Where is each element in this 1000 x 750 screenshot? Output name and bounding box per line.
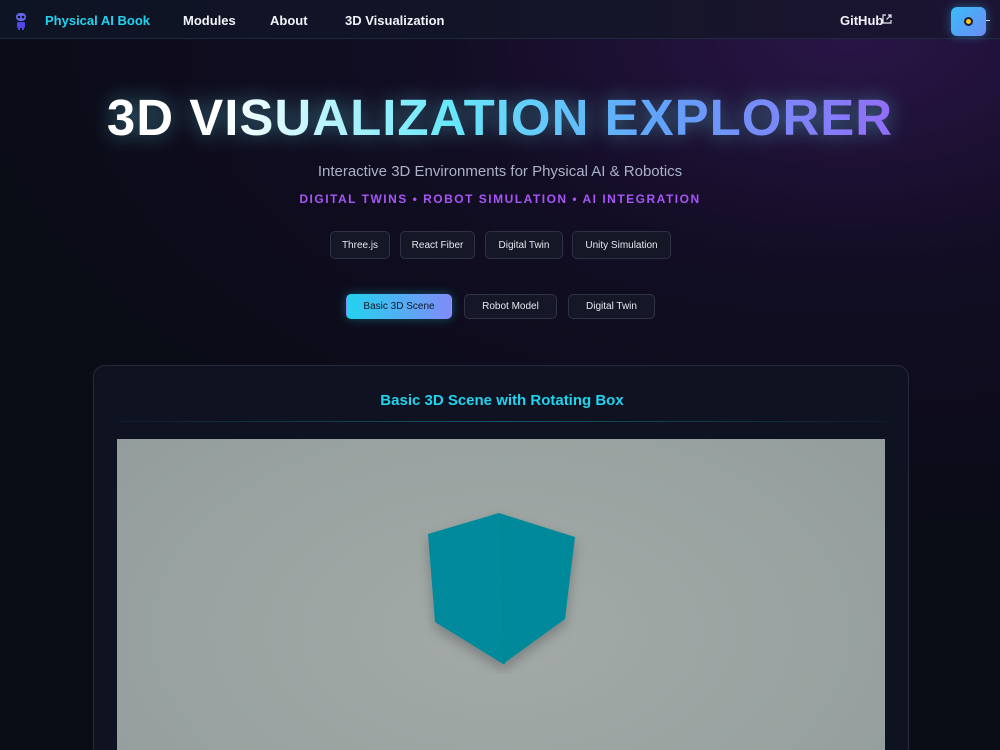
nav-link-github[interactable]: GitHub — [840, 13, 883, 28]
nav-link-about[interactable]: About — [270, 13, 308, 28]
rotating-box — [428, 513, 575, 664]
page-subtitle: Interactive 3D Environments for Physical… — [317, 163, 683, 180]
top-navbar: Physical AI Book Modules About 3D Visual… — [0, 0, 1000, 39]
theme-toggle-button[interactable] — [951, 7, 986, 36]
badge-react-fiber: React Fiber — [400, 231, 475, 259]
cube-face-right — [499, 513, 575, 664]
tab-basic-3d-scene[interactable]: Basic 3D Scene — [346, 294, 452, 319]
tab-robot-model[interactable]: Robot Model — [464, 294, 557, 319]
scene-panel-title: Basic 3D Scene with Rotating Box — [380, 392, 624, 409]
tab-digital-twin[interactable]: Digital Twin — [568, 294, 655, 319]
external-link-icon — [882, 14, 892, 24]
cube-face-left — [428, 513, 503, 664]
badge-unity-simulation: Unity Simulation — [572, 231, 671, 259]
brand-title[interactable]: Physical AI Book — [45, 13, 150, 28]
toggle-indicator — [986, 20, 990, 21]
badge-digital-twin: Digital Twin — [485, 231, 563, 259]
page-title: 3D VISUALIZATION EXPLORER — [0, 88, 1000, 147]
nav-link-3d-visualization[interactable]: 3D Visualization — [345, 13, 444, 28]
nav-link-modules[interactable]: Modules — [183, 13, 236, 28]
badge-threejs: Three.js — [330, 231, 390, 259]
page-tagline: DIGITAL TWINS • ROBOT SIMULATION • AI IN… — [299, 192, 701, 206]
robot-icon[interactable] — [14, 12, 28, 30]
panel-divider — [118, 421, 886, 422]
sun-icon — [964, 17, 973, 26]
3d-viewport-canvas[interactable] — [117, 439, 885, 750]
